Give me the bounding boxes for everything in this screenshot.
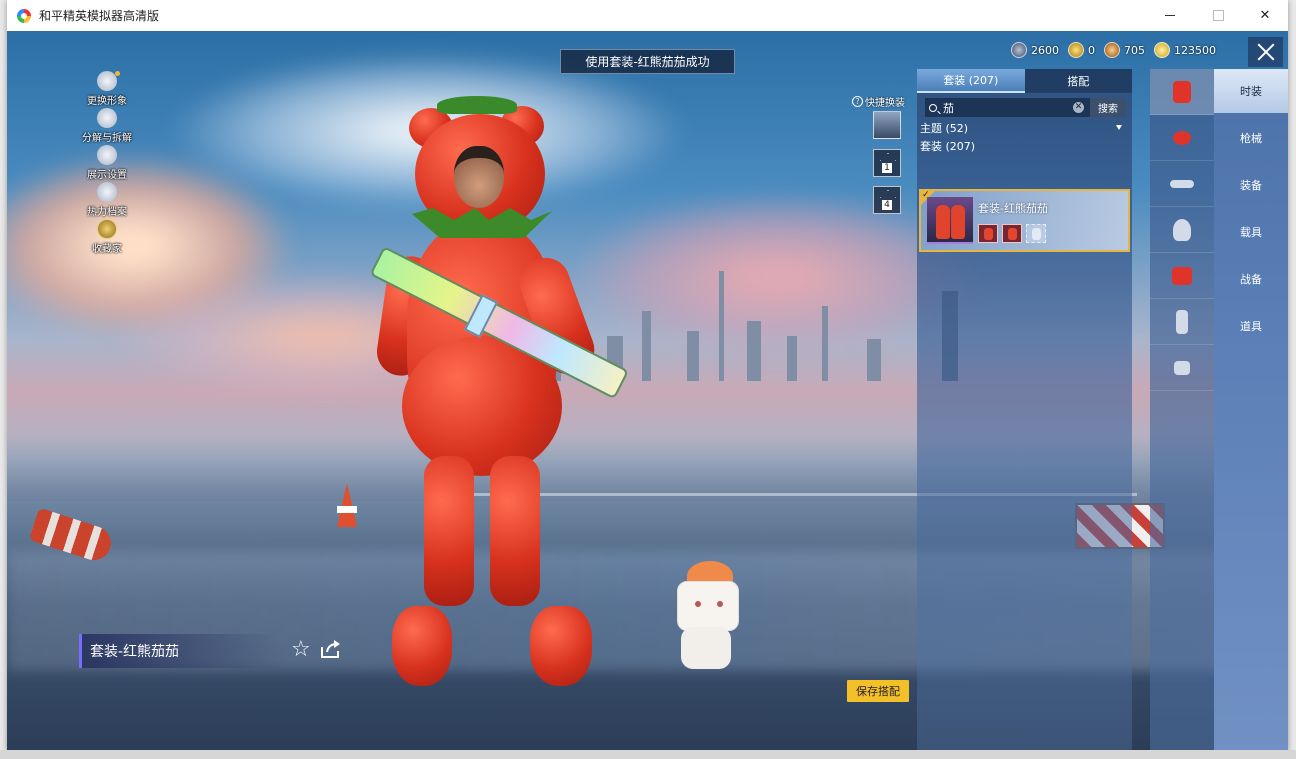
theme-filter-row[interactable]: 主题 (52) [920, 120, 1124, 135]
goggles-icon[interactable] [1150, 161, 1214, 207]
emulator-window: 和平精英模拟器高清版 ✕ 使用套装-红熊茄茄成功 更换形象 分解与拆解 展示设置… [7, 0, 1288, 752]
set-section-row: 套装 (207) [920, 139, 976, 153]
outfit-item-card[interactable]: 套装-红熊茄茄 [919, 189, 1130, 252]
tab-outfit-sets[interactable]: 套装 (207) [917, 69, 1025, 93]
quick-change-slot[interactable]: 4 [873, 186, 901, 214]
bronze-coupon-icon [1104, 42, 1120, 58]
player-character[interactable] [369, 96, 662, 686]
category-fashion[interactable]: 时装 [1214, 69, 1288, 113]
part-thumbnail[interactable] [1026, 224, 1046, 243]
traffic-cone [337, 483, 357, 527]
cone-stripe [337, 506, 357, 513]
eye-icon [97, 145, 117, 165]
title-bar: 和平精英模拟器高清版 ✕ [7, 0, 1288, 31]
app-logo-icon [17, 8, 31, 23]
game-close-button[interactable] [1248, 37, 1283, 67]
currency-item[interactable]: 705 [1104, 42, 1145, 58]
helmet-icon[interactable] [1150, 207, 1214, 253]
close-window-button[interactable]: ✕ [1242, 0, 1288, 31]
collector-button[interactable]: 收藏家 [67, 219, 147, 255]
search-icon [929, 103, 937, 112]
pants-icon[interactable] [1150, 299, 1214, 345]
category-weapons[interactable]: 枪械 [1214, 116, 1288, 160]
notification-dot [115, 71, 120, 76]
gold-coin-icon [1154, 42, 1170, 58]
collector-badge-icon [97, 219, 117, 239]
pet-eye [695, 601, 701, 607]
outfit-name-label: 套装-红熊茄茄 [79, 634, 279, 668]
character-foot [530, 606, 592, 686]
panel-tabs: 套装 (207) 搭配 [917, 69, 1132, 93]
favorite-star-icon[interactable]: ☆ [291, 637, 311, 663]
pet-head [677, 581, 739, 631]
quick-change-slot[interactable] [873, 111, 901, 139]
help-icon[interactable]: ? [852, 96, 863, 107]
category-tabs: 时装 枪械 装备 载具 战备 道具 [1214, 69, 1288, 752]
category-icon-column [1150, 69, 1214, 752]
category-equipment[interactable]: 装备 [1214, 163, 1288, 207]
tab-combinations[interactable]: 搭配 [1024, 69, 1132, 93]
outfit-icon[interactable] [1150, 69, 1214, 115]
quick-change-label[interactable]: ? 快捷换装 [852, 94, 905, 109]
save-outfit-button[interactable]: 保存搭配 [847, 680, 909, 702]
pet-body [681, 627, 731, 669]
shoes-icon[interactable] [1150, 345, 1214, 391]
quick-change-slot[interactable]: 1 [873, 149, 901, 177]
currency-item[interactable]: 0 [1068, 42, 1095, 58]
category-items[interactable]: 道具 [1214, 304, 1288, 348]
character-foot [392, 606, 452, 686]
minimize-button[interactable] [1147, 0, 1193, 31]
currency-bar: 2600 0 705 123500 [1011, 41, 1225, 59]
hanger-icon [880, 190, 896, 198]
game-viewport[interactable]: 使用套装-红熊茄茄成功 更换形象 分解与拆解 展示设置 热力档案 收藏家 套装-… [7, 31, 1288, 752]
window-title: 和平精英模拟器高清版 [39, 9, 160, 23]
change-appearance-icon [97, 71, 117, 91]
wardrobe-panel: 套装 (207) 搭配 茄 ✕ 搜索 主题 (52) 套装 (207) 套装-红… [917, 69, 1132, 752]
character-leg [490, 456, 540, 606]
category-battle-gear[interactable]: 战备 [1214, 257, 1288, 301]
search-button[interactable]: 搜索 [1090, 98, 1126, 117]
search-input[interactable]: 茄 ✕ 搜索 [925, 98, 1126, 117]
character-leg [424, 456, 474, 606]
success-toast: 使用套装-红熊茄茄成功 [560, 49, 735, 74]
flame-icon [97, 182, 117, 202]
background-taskbar-strip [0, 750, 1296, 759]
display-settings-button[interactable]: 展示设置 [67, 145, 147, 181]
weapon-skin-icon[interactable] [1150, 115, 1214, 161]
decompose-button[interactable]: 分解与拆解 [67, 108, 147, 144]
outfit-thumbnail [927, 197, 973, 244]
heat-profile-button[interactable]: 热力档案 [67, 182, 147, 218]
character-face [454, 146, 504, 208]
maximize-button[interactable] [1195, 0, 1241, 31]
share-icon[interactable] [320, 639, 342, 659]
change-appearance-button[interactable]: 更换形象 [67, 71, 147, 107]
pet-companion[interactable] [667, 561, 747, 671]
clear-icon[interactable]: ✕ [1073, 102, 1084, 113]
outfit-item-name: 套装-红熊茄茄 [978, 202, 1048, 215]
part-thumbnail[interactable] [1002, 224, 1022, 243]
search-value: 茄 [943, 101, 954, 115]
currency-item[interactable]: 123500 [1154, 42, 1216, 58]
caret-down-icon [1116, 125, 1122, 130]
silver-coin-icon [1011, 42, 1027, 58]
decompose-icon [97, 108, 117, 128]
tomato-stem [437, 96, 517, 114]
top-icon[interactable] [1150, 253, 1214, 299]
pet-eye [717, 601, 723, 607]
hanger-icon [880, 153, 896, 161]
gold-token-icon [1068, 42, 1084, 58]
part-thumbnail[interactable] [978, 224, 998, 243]
category-vehicles[interactable]: 载具 [1214, 210, 1288, 254]
currency-item[interactable]: 2600 [1011, 42, 1059, 58]
